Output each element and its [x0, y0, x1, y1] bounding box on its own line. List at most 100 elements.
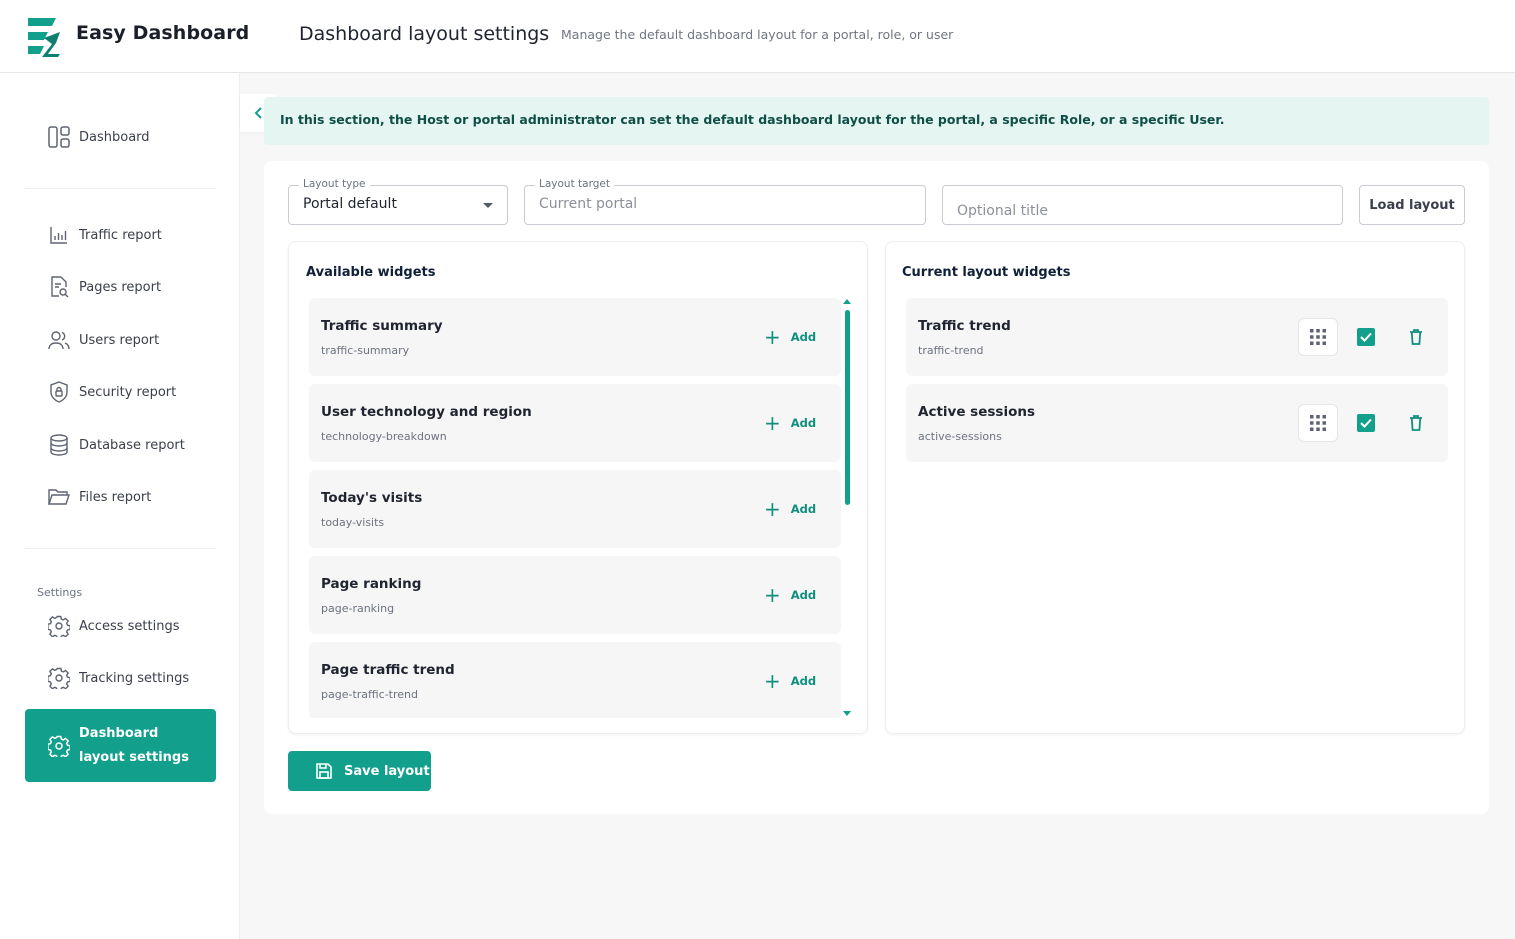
sidebar-item-traffic-report[interactable]: Traffic report — [25, 217, 216, 253]
sidebar-item-label: Dashboard layout settings — [79, 725, 189, 765]
sidebar-item-label: Users report — [79, 332, 160, 348]
settings-section-label: Settings — [37, 586, 83, 599]
sidebar-item-tracking-settings[interactable]: Tracking settings — [25, 660, 216, 696]
drag-grid-icon — [1310, 329, 1326, 345]
sidebar: Dashboard Traffic report Pages report Us… — [0, 73, 240, 939]
enable-checkbox[interactable] — [1357, 414, 1375, 432]
sidebar-item-label: Tracking settings — [79, 670, 190, 686]
list-item: User technology and region technology-br… — [309, 384, 841, 462]
check-icon — [1360, 332, 1372, 342]
list-item: Active sessions active-sessions — [906, 384, 1448, 462]
sidebar-item-dashboard[interactable]: Dashboard — [25, 119, 216, 155]
widget-name: Active sessions — [918, 404, 1035, 420]
list-item: Page traffic trend page-traffic-trend + A… — [309, 642, 841, 718]
trash-icon — [1410, 415, 1422, 431]
dashboard-icon — [48, 126, 70, 148]
delete-widget-button[interactable] — [1408, 328, 1424, 346]
widget-name: Traffic summary — [321, 318, 443, 334]
scroll-up-arrow[interactable] — [843, 299, 851, 304]
optional-title-placeholder: Optional title — [957, 203, 1049, 219]
widget-key: today-visits — [321, 516, 385, 529]
sidebar-item-label: Dashboard — [79, 129, 150, 145]
add-label: Add — [790, 416, 817, 430]
drag-grid-icon — [1310, 415, 1326, 431]
plus-icon: + — [764, 497, 781, 521]
save-layout-label: Save layout — [344, 763, 430, 779]
widget-key: active-sessions — [918, 430, 1002, 443]
widget-name: Page ranking — [321, 576, 422, 592]
save-layout-button[interactable]: Save layout — [288, 751, 431, 791]
available-widgets-panel: Available widgets Traffic summary traffi… — [288, 241, 868, 734]
plus-icon: + — [764, 669, 781, 693]
gear-icon — [48, 735, 70, 757]
available-widgets-list[interactable]: Traffic summary traffic-summary + Add Use… — [309, 298, 843, 718]
widget-key: traffic-trend — [918, 344, 984, 357]
current-layout-panel: Current layout widgets Traffic trend tra… — [885, 241, 1465, 734]
folder-icon — [48, 486, 70, 508]
check-icon — [1360, 418, 1372, 428]
widget-name: Traffic trend — [918, 318, 1011, 334]
add-widget-button[interactable]: + Add — [764, 585, 817, 605]
sidebar-item-label: Database report — [79, 437, 185, 453]
sidebar-item-label: Security report — [79, 384, 177, 400]
widget-name: Page traffic trend — [321, 662, 455, 678]
enable-checkbox[interactable] — [1357, 328, 1375, 346]
database-icon — [48, 434, 70, 456]
plus-icon: + — [764, 325, 781, 349]
app-header: Easy Dashboard Dashboard layout settings… — [0, 0, 1515, 73]
layout-target-label: Layout target — [535, 178, 614, 190]
app-name: Easy Dashboard — [76, 22, 250, 44]
add-widget-button[interactable]: + Add — [764, 497, 817, 521]
widget-name: User technology and region — [321, 404, 532, 420]
add-label: Add — [790, 588, 817, 602]
gear-icon — [48, 667, 70, 689]
drag-handle-button[interactable] — [1298, 318, 1338, 356]
sidebar-item-database-report[interactable]: Database report — [25, 427, 216, 463]
sidebar-item-access-settings[interactable]: Access settings — [25, 608, 216, 644]
add-widget-button[interactable]: + Add — [764, 413, 817, 433]
widget-key: page-ranking — [321, 602, 395, 615]
widget-name: Today's visits — [321, 490, 423, 506]
chevron-left-icon — [254, 107, 262, 119]
add-label: Add — [790, 502, 817, 516]
add-label: Add — [790, 674, 817, 688]
available-widgets-title: Available widgets — [306, 265, 436, 280]
add-widget-button[interactable]: + Add — [764, 325, 817, 349]
optional-title-input[interactable]: Optional title — [942, 185, 1343, 225]
scrollbar-thumb[interactable] — [845, 310, 850, 505]
users-icon — [48, 329, 70, 351]
page-title: Dashboard layout settings — [299, 23, 550, 45]
sidebar-item-label: Files report — [79, 489, 152, 505]
sidebar-item-label: Pages report — [79, 279, 162, 295]
list-item: Traffic trend traffic-trend — [906, 298, 1448, 376]
bar-chart-icon — [48, 224, 70, 246]
sidebar-item-security-report[interactable]: Security report — [25, 374, 216, 410]
sidebar-divider — [25, 548, 216, 549]
sidebar-item-label: Traffic report — [79, 227, 162, 243]
gear-icon — [48, 615, 70, 637]
save-icon — [315, 762, 333, 780]
easy-dashboard-logo[interactable] — [26, 15, 62, 57]
sidebar-item-dashboard-layout-settings[interactable]: Dashboard layout settings — [25, 709, 216, 782]
scroll-down-arrow[interactable] — [843, 711, 851, 716]
widget-key: technology-breakdown — [321, 430, 447, 443]
sidebar-item-files-report[interactable]: Files report — [25, 479, 216, 515]
layout-type-value: Portal default — [303, 196, 397, 212]
trash-icon — [1410, 329, 1422, 345]
widget-key: traffic-summary — [321, 344, 410, 357]
layout-type-select[interactable]: Layout type Portal default — [288, 178, 508, 225]
info-banner-text: In this section, the Host or portal admi… — [280, 112, 1225, 127]
delete-widget-button[interactable] — [1408, 414, 1424, 432]
list-item: Today's visits today-visits + Add — [309, 470, 841, 548]
sidebar-item-users-report[interactable]: Users report — [25, 322, 216, 358]
dropdown-arrow-icon — [483, 203, 493, 208]
load-layout-button[interactable]: Load layout — [1359, 185, 1465, 225]
list-item: Page ranking page-ranking + Add — [309, 556, 841, 634]
layout-target-field[interactable]: Layout target Current portal — [524, 178, 926, 225]
widget-key: page-traffic-trend — [321, 688, 418, 701]
sidebar-item-pages-report[interactable]: Pages report — [25, 269, 216, 305]
drag-handle-button[interactable] — [1298, 404, 1338, 442]
add-label: Add — [790, 330, 817, 344]
info-banner: In this section, the Host or portal admi… — [264, 97, 1489, 145]
add-widget-button[interactable]: + Add — [764, 669, 817, 693]
